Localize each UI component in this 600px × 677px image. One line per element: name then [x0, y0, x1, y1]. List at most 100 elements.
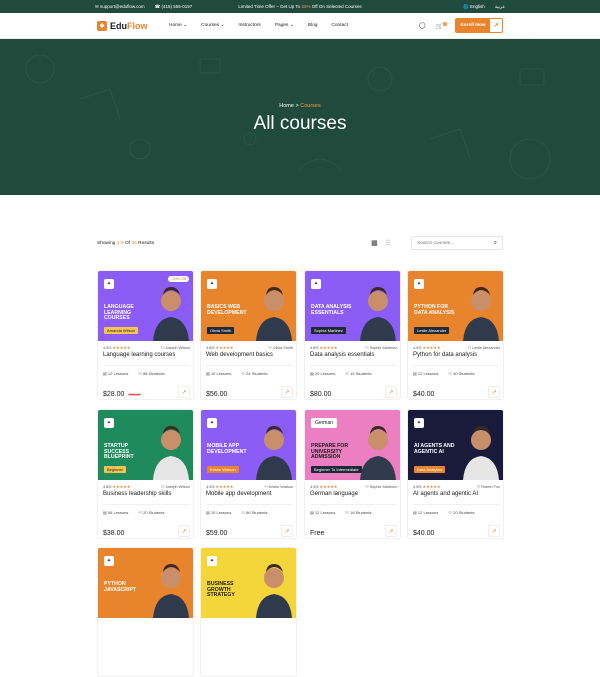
phone-link[interactable]: ☎ (415) 555-0197	[155, 4, 193, 10]
course-students: 24 Students	[246, 371, 268, 376]
course-title[interactable]: AI agents and agentic AI	[413, 491, 478, 497]
chevron-down-icon: ⌄	[289, 23, 294, 28]
results-of: Of	[125, 240, 131, 246]
nav-item-home[interactable]: Home ⌄	[169, 23, 187, 28]
course-title[interactable]: Language learning courses	[103, 352, 175, 358]
course-instructor-name: Robert Fox	[481, 485, 500, 489]
nav-item-blog[interactable]: Blog	[308, 23, 318, 28]
results-toolbar: Showing 1-8 Of 36 Results ▦ ☰ ⌕	[97, 236, 503, 250]
course-meta: 4.9/5 ★★★★★ ⚇ Robert Fox	[413, 484, 500, 489]
course-tag: Beginner To Intermediate	[311, 466, 362, 473]
main-nav: ◆ EduFlow Home ⌄ Courses ⌄ Instructors P…	[0, 13, 600, 39]
nav-item-contact[interactable]: Contact	[331, 23, 348, 28]
course-thumbnail[interactable]: ✦ Data Analysis Essentials Sophia Martinez	[305, 271, 400, 341]
grid-view-icon[interactable]: ▦	[371, 239, 378, 247]
language-english[interactable]: 🌐 English	[463, 4, 485, 10]
search-icon[interactable]: ⌕	[494, 240, 497, 247]
logo[interactable]: ◆ EduFlow	[97, 20, 157, 31]
course-thumbnail-title: Basics Web Development	[207, 304, 247, 316]
arrow-up-right-icon[interactable]: ↗	[281, 525, 293, 537]
cart-icon[interactable]: 🛒0	[436, 21, 447, 30]
user-icon: ⚇	[365, 346, 369, 350]
arrow-up-right-icon[interactable]: ↗	[385, 386, 397, 398]
nav-item-instructors[interactable]: Instructors	[238, 23, 260, 28]
course-meta: 4.8/5 ★★★★★ ⚇ Olivia Smith	[206, 345, 293, 350]
user-icon[interactable]: ◯	[419, 22, 426, 29]
students-icon: ⚇	[241, 371, 245, 376]
course-title[interactable]: Web development basics	[206, 352, 273, 358]
results-showing: Showing	[97, 240, 116, 246]
course-card[interactable]: ✦ AI Agents and Agentic AI Data Analytics 4…	[407, 409, 504, 539]
arrow-up-right-icon[interactable]: ↗	[488, 386, 500, 398]
course-thumbnail[interactable]: ✦ Basics Web Development Olivia Smith	[201, 271, 296, 341]
instructor-photo	[463, 287, 499, 341]
course-stats: ▤ 10 Lessons ⚇ 66 Students	[206, 510, 267, 515]
course-stats: ▤ 12 Lessons ⚇ 86 Students	[103, 371, 164, 376]
breadcrumb-home[interactable]: Home	[279, 103, 294, 109]
discount-badge: -20% Off	[168, 276, 189, 282]
nav-item-pages[interactable]: Pages ⌄	[275, 23, 294, 28]
course-instructor[interactable]: ⚇ Leslie Alexander	[468, 345, 500, 350]
course-card[interactable]: ✦ Mobile App Development Kristin Watson 4.9…	[200, 409, 297, 539]
arrow-up-right-icon[interactable]: ↗	[488, 525, 500, 537]
arrow-up-right-icon[interactable]: ↗	[385, 525, 397, 537]
nav-item-courses-label: Courses	[201, 23, 220, 28]
course-card[interactable]: German Prepare for University Admission Be…	[304, 409, 401, 539]
promo-prefix: Limited Time Offer – Get Up To	[238, 4, 301, 9]
course-thumbnail[interactable]: ✦ AI Agents and Agentic AI Data Analytics	[408, 410, 503, 480]
course-thumbnail[interactable]: ✦ Python for Data Analysis Leslie Alexande…	[408, 271, 503, 341]
arrow-up-right-icon[interactable]: ↗	[281, 386, 293, 398]
course-thumbnail-title: Python for Data Analysis	[414, 304, 455, 316]
nav-item-courses[interactable]: Courses ⌄	[201, 23, 224, 28]
divider	[413, 365, 500, 366]
nav-item-pages-label: Pages	[274, 23, 289, 28]
course-title[interactable]: Mobile app development	[206, 491, 271, 497]
course-rating: 4.9/5	[413, 346, 422, 350]
course-instructor[interactable]: ⚇ Joseph Wilson	[161, 484, 190, 489]
course-meta: 4.8/5 ★★★★★ ⚇ Sophie Martinez	[310, 345, 397, 350]
course-lessons: 12 Lessons	[417, 510, 439, 515]
email-link[interactable]: ✉ support@eduflow.com	[95, 4, 145, 10]
course-rating: 4.8/5	[206, 346, 215, 350]
results-word: Results	[138, 240, 155, 246]
nav-menu: Home ⌄ Courses ⌄ Instructors Pages ⌄ Blo…	[169, 23, 419, 28]
arrow-up-right-icon[interactable]: ↗	[178, 525, 190, 537]
course-title[interactable]: Business leadership skills	[103, 491, 171, 497]
list-view-icon[interactable]: ☰	[385, 239, 391, 247]
course-instructor[interactable]: ⚇ Robert Fox	[477, 484, 500, 489]
course-thumbnail[interactable]: ✦ Python JavaScript	[98, 548, 193, 618]
course-thumbnail[interactable]: ✦ Startup Success Blueprint Beginner	[98, 410, 193, 480]
page-title: All courses	[253, 113, 347, 134]
course-thumbnail[interactable]: ✦ -20% Off Language Learning Courses Amanda…	[98, 271, 193, 341]
course-instructor[interactable]: ⚇ Sophie Martinez	[365, 345, 397, 350]
course-thumbnail[interactable]: ✦ Mobile App Development Kristin Watson	[201, 410, 296, 480]
course-card[interactable]: ✦ Startup Success Blueprint Beginner 4.8/5 …	[97, 409, 194, 539]
course-title[interactable]: Data analysis essentials	[310, 352, 374, 358]
course-card[interactable]: ✦ Business Growth Strategy	[200, 547, 297, 677]
course-instructor[interactable]: ⚇ Sophie Martinez	[365, 484, 397, 489]
search-input[interactable]	[417, 240, 487, 246]
book-icon: ▤	[206, 510, 210, 515]
course-instructor[interactable]: ⚇ Joseph Wilson	[161, 345, 190, 350]
course-instructor[interactable]: ⚇ Olivia Smith	[268, 345, 293, 350]
course-card[interactable]: ✦ Python for Data Analysis Leslie Alexande…	[407, 270, 504, 400]
arrow-up-right-icon[interactable]: ↗	[178, 386, 190, 398]
course-card[interactable]: ✦ Python JavaScript	[97, 547, 194, 677]
top-bar: ✉ support@eduflow.com ☎ (415) 555-0197 L…	[0, 0, 600, 13]
chevron-down-icon: ⌄	[220, 23, 225, 28]
course-lessons: 20 Lessons	[314, 371, 336, 376]
course-thumbnail[interactable]: ✦ Business Growth Strategy	[201, 548, 296, 618]
course-instructor[interactable]: ⚇ Kristin Watson	[264, 484, 293, 489]
course-category-icon: ✦	[207, 556, 217, 566]
course-thumbnail[interactable]: German Prepare for University Admission Be…	[305, 410, 400, 480]
course-card[interactable]: ✦ -20% Off Language Learning Courses Amanda…	[97, 270, 194, 400]
course-title[interactable]: German language	[310, 491, 358, 497]
course-thumbnail-title: Mobile App Development	[207, 443, 247, 455]
course-title[interactable]: Python for data analysis	[413, 352, 477, 358]
course-card[interactable]: ✦ Data Analysis Essentials Sophia Martinez…	[304, 270, 401, 400]
language-arabic[interactable]: عربية	[495, 4, 505, 10]
course-stats: ▤ 12 Lessons ⚇ 16 Students	[310, 510, 371, 515]
enroll-now-button[interactable]: Enroll Now ↗	[455, 18, 503, 33]
phone-text: (415) 555-0197	[161, 3, 193, 9]
course-card[interactable]: ✦ Basics Web Development Olivia Smith 4.8/5…	[200, 270, 297, 400]
